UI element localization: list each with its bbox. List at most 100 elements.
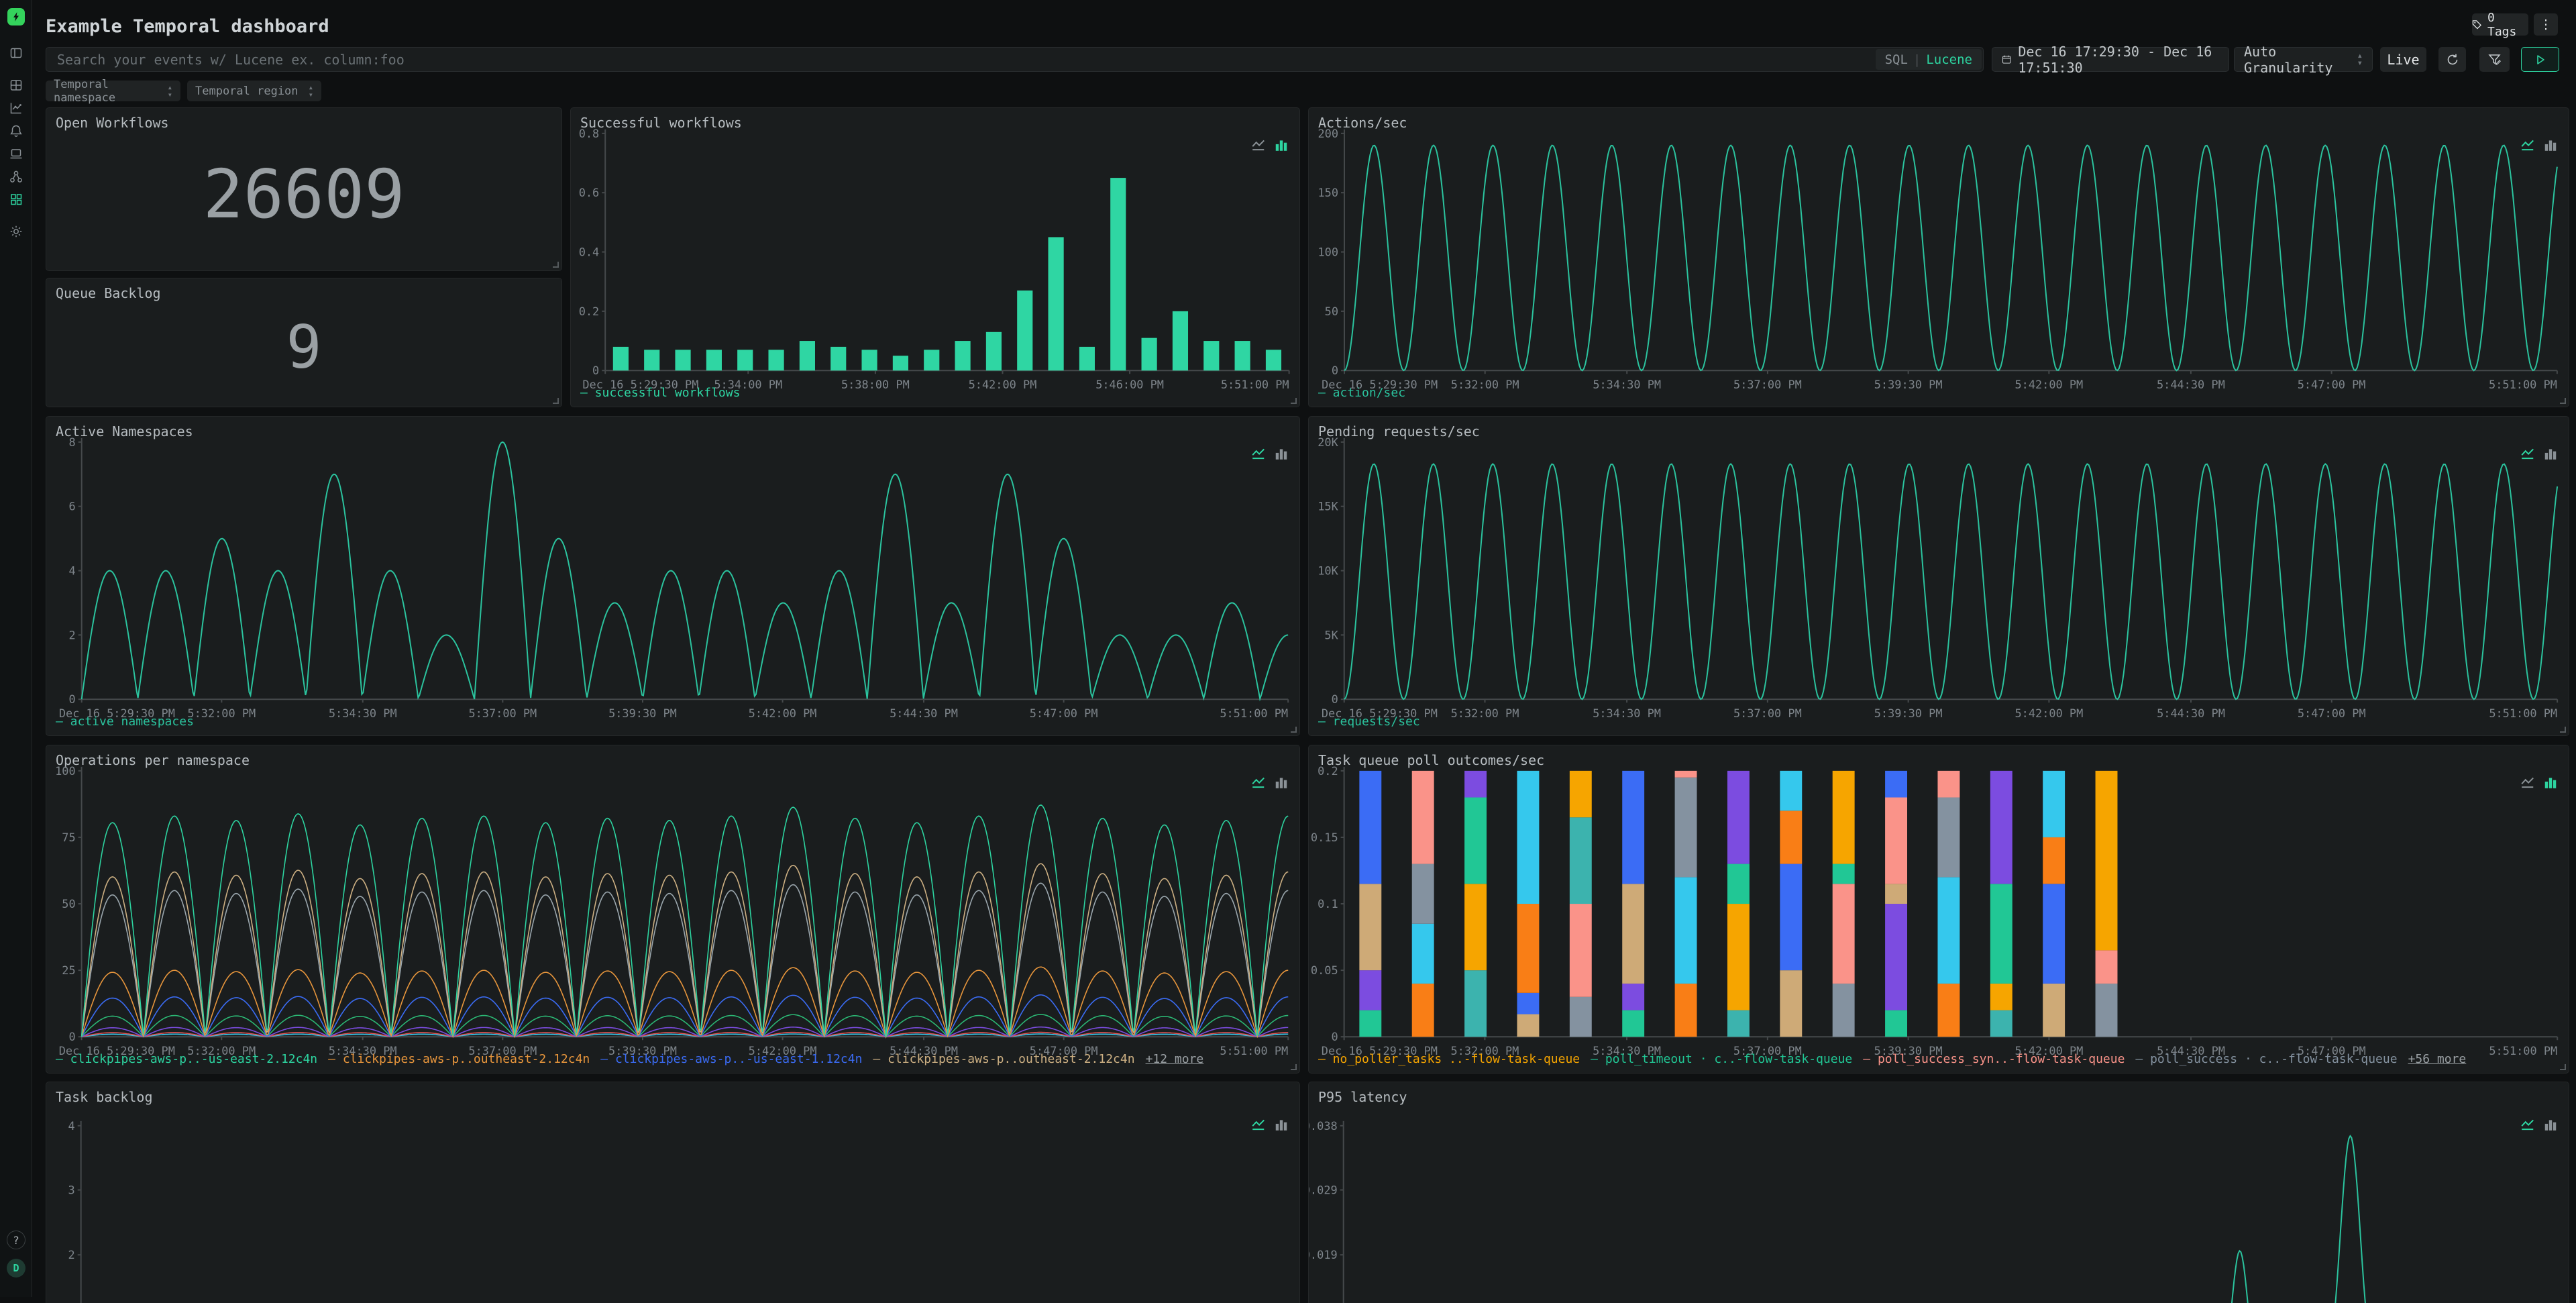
line-chart[interactable]: 0.0380.0290.019 bbox=[1309, 1082, 2569, 1303]
svg-text:4: 4 bbox=[68, 1119, 75, 1133]
app-logo-icon[interactable] bbox=[7, 8, 25, 25]
resize-handle[interactable] bbox=[2560, 398, 2566, 404]
svg-text:5K: 5K bbox=[1324, 628, 1338, 641]
svg-text:5:39:30 PM: 5:39:30 PM bbox=[608, 707, 677, 720]
legend-item[interactable]: — successful workflows bbox=[580, 386, 740, 400]
resize-handle[interactable] bbox=[553, 398, 559, 404]
refresh-button[interactable] bbox=[2438, 47, 2466, 72]
query-mode-toggle[interactable]: SQL | Lucene bbox=[1876, 49, 1982, 70]
legend-item[interactable]: — poll_success_syn..-flow-task-queue bbox=[1863, 1052, 2125, 1066]
filter-temporal-region[interactable]: Temporal region ▴▾ bbox=[187, 81, 321, 101]
line-chart[interactable]: 05K10K15K20KDec 16 5:29:30 PM5:32:00 PM5… bbox=[1309, 417, 2569, 735]
svg-text:0.2: 0.2 bbox=[579, 305, 600, 318]
svg-text:150: 150 bbox=[1318, 186, 1338, 199]
legend-more-link[interactable]: +12 more bbox=[1146, 1052, 1204, 1066]
sidebar-panel-toggle-icon[interactable] bbox=[9, 46, 23, 60]
resize-handle[interactable] bbox=[1291, 727, 1297, 733]
chart-legend: — no_poller_tasks ..-flow-task-queue — po… bbox=[1318, 1052, 2466, 1066]
panel-open-workflows: Open Workflows 26609 bbox=[46, 107, 562, 271]
panel-operations-per-namespace: Operations per namespace 0255075100Dec 1… bbox=[46, 745, 1300, 1074]
chevron-updown-icon: ▴▾ bbox=[168, 84, 172, 99]
resize-handle[interactable] bbox=[1291, 1064, 1297, 1070]
svg-text:6: 6 bbox=[69, 500, 76, 513]
svg-text:0.8: 0.8 bbox=[579, 127, 600, 140]
panel-queue-backlog: Queue Backlog 9 bbox=[46, 278, 562, 407]
svg-text:5:39:30 PM: 5:39:30 PM bbox=[1874, 378, 1943, 391]
date-range-value: Dec 16 17:29:30 - Dec 16 17:51:30 bbox=[2018, 44, 2219, 76]
legend-item[interactable]: — poll_timeout · c..-flow-task-queue bbox=[1591, 1052, 1852, 1066]
resize-handle[interactable] bbox=[2560, 727, 2566, 733]
resize-handle[interactable] bbox=[2560, 1064, 2566, 1070]
sidebar-bell-icon[interactable] bbox=[9, 123, 23, 138]
svg-text:25: 25 bbox=[62, 963, 75, 977]
sidebar-share-nodes-icon[interactable] bbox=[9, 169, 23, 184]
legend-item[interactable]: — clickpipes-aws-p..-us-east-2.12c4n bbox=[56, 1052, 317, 1066]
help-icon[interactable]: ? bbox=[7, 1231, 25, 1249]
svg-text:200: 200 bbox=[1318, 127, 1338, 140]
svg-text:5:34:30 PM: 5:34:30 PM bbox=[1593, 707, 1661, 720]
run-query-button[interactable] bbox=[2521, 47, 2559, 72]
svg-text:5:37:00 PM: 5:37:00 PM bbox=[1733, 707, 1802, 720]
stacked-bar-chart[interactable]: 00.050.10.150.2Dec 16 5:29:30 PM5:32:00 … bbox=[1309, 745, 2569, 1073]
bar-chart[interactable]: 00.20.40.60.8Dec 16 5:29:30 PM5:34:00 PM… bbox=[571, 108, 1299, 407]
legend-more-link[interactable]: +56 more bbox=[2408, 1052, 2467, 1066]
legend-item[interactable]: — clickpipes-aws-p..outheast-2.12c4n bbox=[873, 1052, 1134, 1066]
svg-text:5:47:00 PM: 5:47:00 PM bbox=[2298, 707, 2366, 720]
granularity-select[interactable]: Auto Granularity ▴▾ bbox=[2234, 47, 2373, 72]
svg-text:0.029: 0.029 bbox=[1309, 1183, 1338, 1196]
svg-text:5:37:00 PM: 5:37:00 PM bbox=[468, 707, 537, 720]
panel-active-namespaces: Active Namespaces 02468Dec 16 5:29:30 PM… bbox=[46, 416, 1300, 736]
line-chart[interactable]: 432 bbox=[46, 1082, 1299, 1303]
panel-actions-per-sec: Actions/sec 050100150200Dec 16 5:29:30 P… bbox=[1308, 107, 2569, 407]
legend-item[interactable]: — action/sec bbox=[1318, 386, 1405, 400]
svg-text:5:32:00 PM: 5:32:00 PM bbox=[1451, 707, 1519, 720]
svg-text:0.038: 0.038 bbox=[1309, 1119, 1338, 1133]
chevron-updown-icon: ▴▾ bbox=[2357, 52, 2363, 67]
legend-item[interactable]: — requests/sec bbox=[1318, 715, 1420, 729]
line-chart[interactable]: 02468Dec 16 5:29:30 PM5:32:00 PM5:34:30 … bbox=[46, 417, 1299, 735]
svg-text:5:44:30 PM: 5:44:30 PM bbox=[890, 707, 958, 720]
sidebar-laptop-icon[interactable] bbox=[9, 146, 23, 161]
svg-text:5:47:00 PM: 5:47:00 PM bbox=[2298, 378, 2366, 391]
svg-text:0.6: 0.6 bbox=[579, 186, 600, 199]
filter-button[interactable] bbox=[2479, 47, 2510, 72]
page-title: Example Temporal dashboard bbox=[46, 16, 329, 37]
chart-legend: — clickpipes-aws-p..-us-east-2.12c4n — cl… bbox=[56, 1052, 1203, 1066]
svg-text:5:32:00 PM: 5:32:00 PM bbox=[1451, 378, 1519, 391]
svg-text:5:51:00 PM: 5:51:00 PM bbox=[1221, 378, 1289, 391]
date-range-picker[interactable]: Dec 16 17:29:30 - Dec 16 17:51:30 bbox=[1992, 47, 2229, 72]
legend-item[interactable]: — no_poller_tasks ..-flow-task-queue bbox=[1318, 1052, 1580, 1066]
chart-legend: — requests/sec bbox=[1318, 715, 1420, 729]
search-input[interactable] bbox=[46, 48, 1983, 71]
filter-funnel-icon bbox=[2487, 52, 2502, 66]
svg-text:0: 0 bbox=[1331, 1030, 1338, 1043]
sidebar-settings-gear-icon[interactable] bbox=[9, 224, 23, 239]
svg-text:0.4: 0.4 bbox=[579, 246, 600, 259]
panel-task-queue-poll-outcomes: Task queue poll outcomes/sec 00.050.10.1… bbox=[1308, 745, 2569, 1074]
refresh-icon bbox=[2446, 53, 2459, 66]
legend-item[interactable]: — active namespaces bbox=[56, 715, 194, 729]
filter-temporal-namespace[interactable]: Temporal namespace ▴▾ bbox=[46, 81, 180, 101]
legend-item[interactable]: — clickpipes-aws-p..-us-east-1.12c4n bbox=[600, 1052, 862, 1066]
sidebar-grid-icon[interactable] bbox=[9, 78, 23, 93]
legend-item[interactable]: — poll_success · c..-flow-task-queue bbox=[2135, 1052, 2397, 1066]
resize-handle[interactable] bbox=[553, 262, 559, 268]
more-menu-button[interactable]: ⋮ bbox=[2534, 13, 2558, 36]
sidebar-dashboards-icon[interactable] bbox=[9, 192, 23, 207]
stat-value: 9 bbox=[46, 278, 561, 407]
tags-button[interactable]: 0 Tags bbox=[2472, 13, 2528, 36]
svg-text:0: 0 bbox=[68, 1030, 75, 1043]
svg-text:5:46:00 PM: 5:46:00 PM bbox=[1095, 378, 1164, 391]
svg-text:8: 8 bbox=[69, 435, 76, 449]
svg-text:50: 50 bbox=[62, 897, 75, 910]
svg-text:5:47:00 PM: 5:47:00 PM bbox=[1030, 707, 1098, 720]
calendar-icon bbox=[2002, 53, 2011, 66]
user-avatar[interactable]: D bbox=[7, 1259, 25, 1278]
legend-item[interactable]: — clickpipes-aws-p..outheast-2.12c4n bbox=[328, 1052, 590, 1066]
multi-line-chart[interactable]: 0255075100Dec 16 5:29:30 PM5:32:00 PM5:3… bbox=[46, 745, 1299, 1073]
sidebar-chart-icon[interactable] bbox=[9, 101, 23, 115]
resize-handle[interactable] bbox=[1291, 398, 1297, 404]
svg-text:10K: 10K bbox=[1318, 564, 1338, 578]
line-chart[interactable]: 050100150200Dec 16 5:29:30 PM5:32:00 PM5… bbox=[1309, 108, 2569, 407]
live-button[interactable]: Live bbox=[2380, 47, 2426, 72]
